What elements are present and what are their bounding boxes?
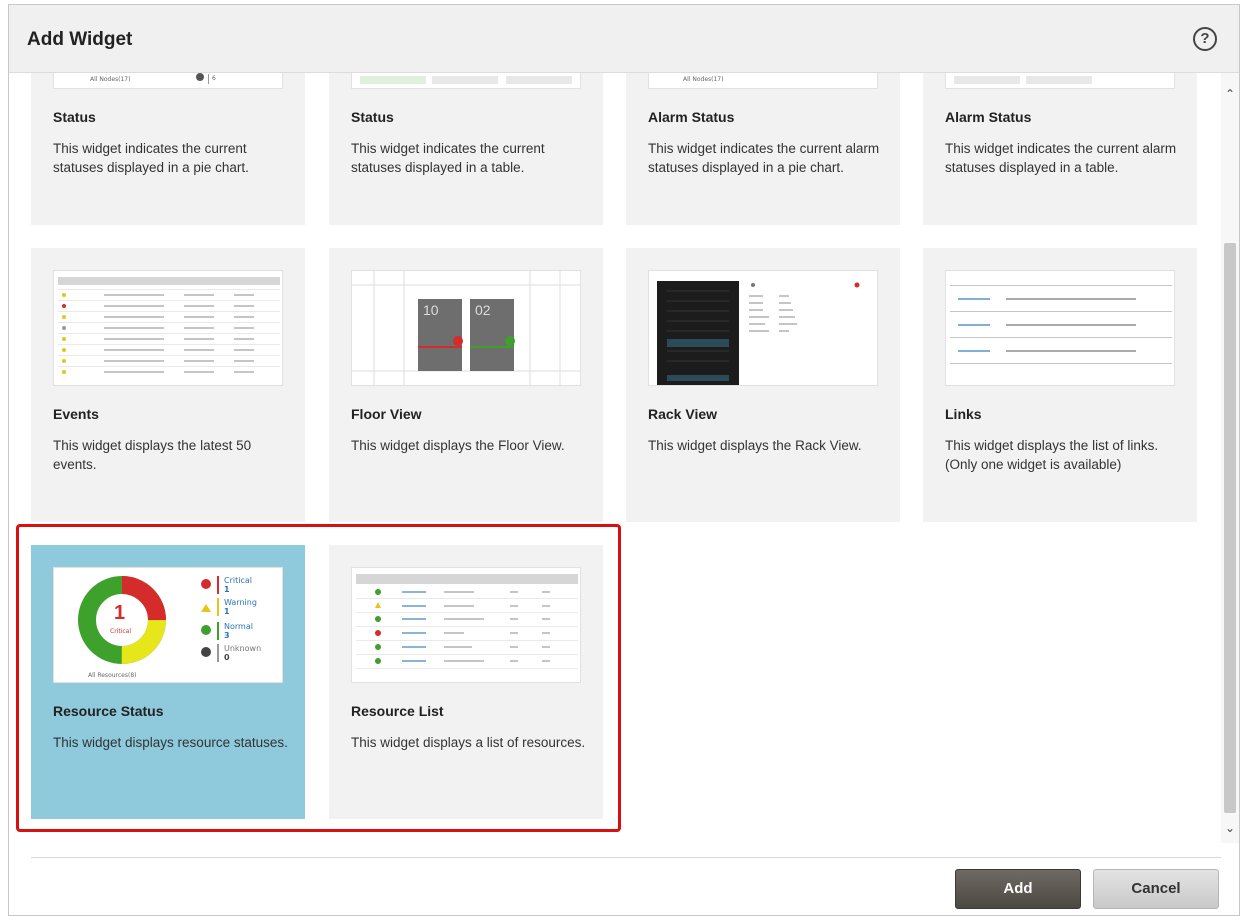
thumb-caption: All Nodes(17) bbox=[90, 76, 131, 83]
thumb-cell bbox=[954, 76, 1020, 84]
links-preview bbox=[950, 285, 1172, 364]
floor-view-preview bbox=[352, 271, 580, 385]
widget-description: This widget indicates the current status… bbox=[351, 141, 545, 175]
legend-value: 0 bbox=[224, 653, 230, 662]
widget-thumbnail: All Nodes(17) 6 bbox=[53, 73, 283, 89]
legend-unknown: Unknown 0 bbox=[224, 644, 261, 662]
legend-critical: Critical 1 bbox=[224, 576, 252, 594]
legend-normal: Normal 3 bbox=[224, 622, 253, 640]
divider bbox=[208, 74, 209, 84]
rack-view-preview bbox=[657, 281, 860, 385]
widget-description: This widget indicates the current alarm … bbox=[945, 141, 1177, 175]
vertical-scrollbar[interactable]: ⌃ ⌄ bbox=[1221, 73, 1239, 843]
legend-value: 1 bbox=[224, 607, 230, 616]
legend-value: 1 bbox=[224, 585, 230, 594]
widget-title: Links bbox=[945, 406, 982, 422]
widget-description: This widget indicates the current alarm … bbox=[648, 141, 880, 175]
widget-thumbnail: 1 Critical All Resources(8) Critical 1 W… bbox=[53, 567, 283, 683]
scrollbar-thumb[interactable] bbox=[1224, 243, 1236, 813]
widget-title: Floor View bbox=[351, 406, 422, 422]
widget-description: This widget displays the Floor View. bbox=[351, 438, 565, 453]
widget-thumbnail bbox=[351, 567, 581, 683]
widget-description: This widget displays the list of links. … bbox=[945, 438, 1159, 472]
dialog-title: Add Widget bbox=[27, 29, 133, 50]
widget-card-alarm-status-table[interactable]: Alarm Status This widget indicates the c… bbox=[923, 73, 1197, 225]
widget-card-links[interactable]: Links This widget displays the list of l… bbox=[923, 248, 1197, 522]
legend-markers bbox=[201, 579, 211, 657]
donut-center-label: Critical bbox=[110, 628, 131, 635]
widget-description: This widget displays the Rack View. bbox=[648, 438, 862, 453]
dialog-header: Add Widget ? bbox=[9, 5, 1239, 73]
status-dot-icon bbox=[196, 73, 204, 81]
widget-title: Alarm Status bbox=[648, 109, 735, 125]
widget-thumbnail: All Nodes(17) bbox=[648, 73, 878, 89]
widget-card-floor-view[interactable]: 10 02 Floor View This widget displays th… bbox=[329, 248, 603, 522]
rack-label: 02 bbox=[475, 302, 491, 318]
widget-title: Resource Status bbox=[53, 703, 164, 719]
thumb-cell bbox=[1026, 76, 1092, 84]
widget-card-status-pie[interactable]: All Nodes(17) 6 Status This widget indic… bbox=[31, 73, 305, 225]
add-button[interactable]: Add bbox=[955, 869, 1081, 909]
widget-card-events[interactable]: Events This widget displays the latest 5… bbox=[31, 248, 305, 522]
thumb-value: 6 bbox=[212, 75, 216, 82]
cancel-button[interactable]: Cancel bbox=[1093, 869, 1219, 909]
legend-label: Normal bbox=[224, 622, 253, 631]
thumb-caption: All Resources(8) bbox=[88, 672, 137, 679]
widget-thumbnail bbox=[945, 73, 1175, 89]
widget-thumbnail bbox=[53, 270, 283, 386]
widget-title: Rack View bbox=[648, 406, 718, 422]
widget-gallery: All Nodes(17) 6 Status This widget indic… bbox=[9, 73, 1221, 843]
chevron-down-icon[interactable]: ⌄ bbox=[1224, 821, 1236, 835]
resource-list-preview bbox=[356, 574, 578, 669]
rack-label: 10 bbox=[423, 302, 439, 318]
widget-title: Status bbox=[351, 109, 394, 125]
legend-warning: Warning 1 bbox=[224, 598, 257, 616]
widget-thumbnail: 10 02 bbox=[351, 270, 581, 386]
widget-card-resource-status[interactable]: 1 Critical All Resources(8) Critical 1 W… bbox=[31, 545, 305, 819]
widget-description: This widget indicates the current status… bbox=[53, 141, 249, 175]
widget-card-resource-list[interactable]: Resource List This widget displays a lis… bbox=[329, 545, 603, 819]
help-icon[interactable]: ? bbox=[1193, 27, 1217, 51]
events-table-preview bbox=[58, 277, 280, 374]
widget-title: Resource List bbox=[351, 703, 444, 719]
widget-thumbnail bbox=[945, 270, 1175, 386]
legend-bars bbox=[217, 576, 219, 662]
thumb-cell bbox=[360, 76, 426, 84]
widget-description: This widget displays a list of resources… bbox=[351, 735, 586, 750]
widget-card-rack-view[interactable]: Rack View This widget displays the Rack … bbox=[626, 248, 900, 522]
widget-thumbnail bbox=[648, 270, 878, 386]
thumb-caption: All Nodes(17) bbox=[683, 76, 724, 83]
widget-description: This widget displays resource statuses. bbox=[53, 735, 288, 750]
legend-label: Unknown bbox=[224, 644, 262, 653]
donut-center-value: 1 bbox=[114, 602, 126, 624]
widget-card-alarm-status-pie[interactable]: All Nodes(17) Alarm Status This widget i… bbox=[626, 73, 900, 225]
chevron-up-icon[interactable]: ⌃ bbox=[1224, 87, 1236, 101]
legend-label: Warning bbox=[224, 598, 257, 607]
widget-thumbnail bbox=[351, 73, 581, 89]
legend-label: Critical bbox=[224, 576, 252, 585]
add-widget-dialog: Add Widget ? All Nodes(17) 6 Status This… bbox=[8, 4, 1240, 916]
widget-description: This widget displays the latest 50 event… bbox=[53, 438, 252, 472]
widget-title: Alarm Status bbox=[945, 109, 1032, 125]
thumb-cell bbox=[432, 76, 498, 84]
widget-title: Status bbox=[53, 109, 96, 125]
legend-value: 3 bbox=[224, 631, 230, 640]
widget-title: Events bbox=[53, 406, 99, 422]
thumb-cell bbox=[506, 76, 572, 84]
widget-card-status-table[interactable]: Status This widget indicates the current… bbox=[329, 73, 603, 225]
footer-divider bbox=[31, 857, 1221, 858]
